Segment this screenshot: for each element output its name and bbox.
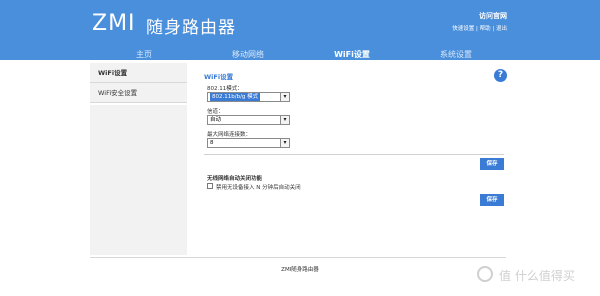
footer-divider	[90, 257, 506, 258]
max-connections-select[interactable]: 8 ▾	[207, 138, 290, 148]
watermark-logo-icon	[477, 266, 493, 282]
channel-label: 信道：	[207, 109, 224, 115]
save-button[interactable]: 保存	[480, 158, 504, 170]
question-icon[interactable]: ?	[494, 69, 507, 82]
chevron-down-icon: ▾	[280, 139, 289, 147]
top-links-row: 快速设置 | 帮助 | 退出	[452, 26, 507, 32]
sidebar-item-wifi-security[interactable]: WiFi安全设置	[90, 83, 187, 103]
logout-link[interactable]: 退出	[496, 26, 507, 32]
active-tab-indicator	[304, 60, 404, 62]
top-right-links: 访问官网 快速设置 | 帮助 | 退出	[452, 11, 507, 32]
sidebar-item-wifi-settings[interactable]: WiFi设置	[90, 63, 187, 83]
main-nav: 主页 移动网络 WiFi设置 系统设置	[0, 47, 600, 60]
chevron-down-icon: ▾	[280, 93, 289, 101]
watermark-text: 值 什么值得买	[499, 269, 575, 283]
save-button-2[interactable]: 保存	[480, 194, 504, 206]
max-connections-label: 最大网络连接数：	[207, 132, 252, 138]
tab-system-settings[interactable]: 系统设置	[416, 49, 496, 60]
channel-select[interactable]: 自动 ▾	[207, 115, 290, 125]
tab-wifi-settings[interactable]: WiFi设置	[312, 49, 392, 60]
mode-label: 802.11模式：	[207, 86, 243, 92]
auto-off-label: 禁用无设备接入 N 分钟后自动关闭	[216, 185, 301, 191]
mode-select[interactable]: 802.11b/b/g 模式 ▾	[207, 92, 290, 102]
tab-home[interactable]: 主页	[104, 49, 184, 60]
auto-off-checkbox[interactable]	[207, 183, 213, 189]
logo-text: 随身路由器	[146, 18, 236, 38]
mode-select-value: 802.11b/b/g 模式	[210, 93, 261, 101]
help-link[interactable]: 帮助	[480, 26, 491, 32]
quick-setup-link[interactable]: 快速设置	[452, 26, 474, 32]
divider	[204, 154, 504, 155]
channel-select-value: 自动	[210, 117, 222, 123]
sidebar-background	[90, 105, 187, 255]
section-title: WiFi设置	[204, 73, 234, 81]
official-site-link[interactable]: 访问官网	[452, 11, 507, 21]
sidebar: WiFi设置 WiFi安全设置	[90, 63, 187, 103]
auto-off-title: 无线网络自动关闭功能	[207, 176, 263, 182]
logo-mark: ZMI	[92, 11, 136, 36]
max-connections-value: 8	[210, 140, 214, 146]
tab-mobile-network[interactable]: 移动网络	[208, 49, 288, 60]
chevron-down-icon: ▾	[280, 116, 289, 124]
